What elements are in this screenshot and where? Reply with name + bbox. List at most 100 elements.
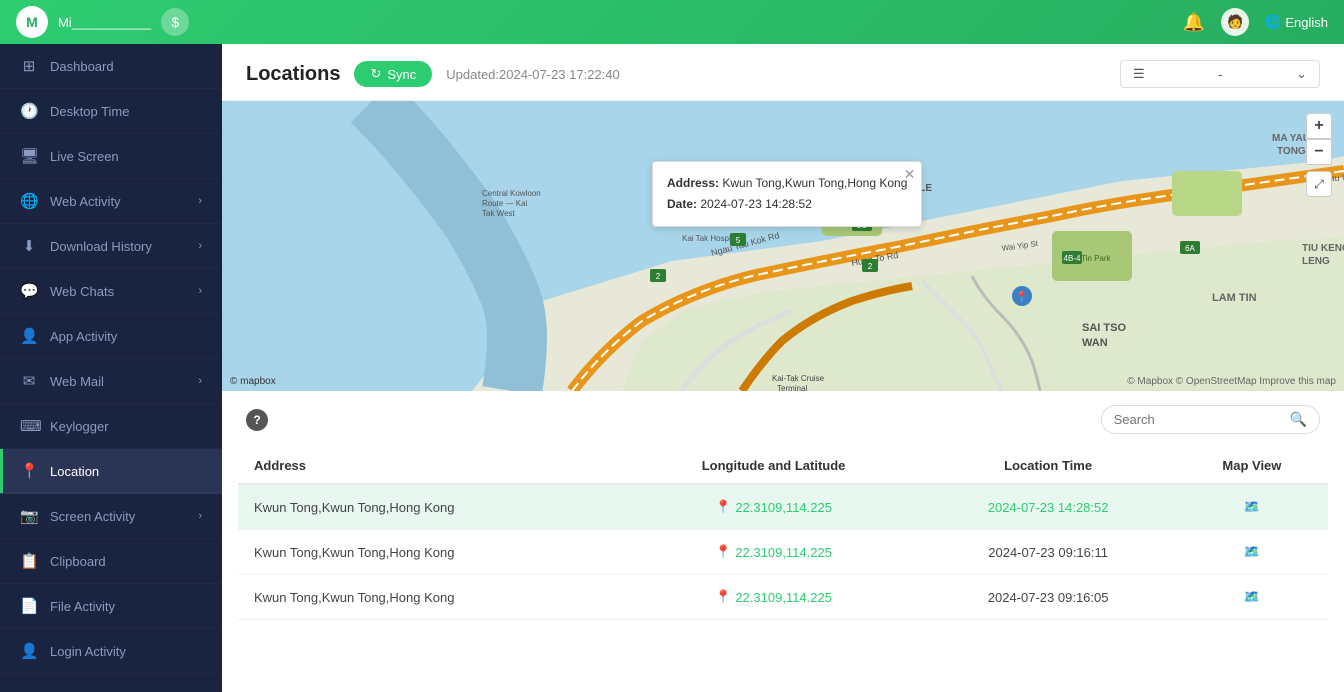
sidebar-item-web-activity[interactable]: 🌐 Web Activity › [0,179,222,224]
table-toolbar: ? 🔍 [238,391,1328,448]
app-icon: 👤 [20,327,38,345]
globe-icon: 🌐 [1265,14,1281,30]
sidebar-item-label: Login Activity [50,644,202,659]
chevron-down-icon: ⌄ [1296,66,1307,82]
sync-button[interactable]: ↻ Sync [354,61,432,87]
user-avatar[interactable]: 🧑 [1221,8,1249,36]
map-popup: ✕ Address: Kwun Tong,Kwun Tong,Hong Kong… [652,161,922,227]
sidebar-item-desktop-time[interactable]: 🕐 Desktop Time [0,89,222,134]
sidebar-item-location[interactable]: 📍 Location [0,449,222,494]
sidebar-item-file-activity[interactable]: 📄 File Activity [0,584,222,629]
col-address: Address [238,448,627,484]
sidebar-item-login-activity[interactable]: 👤 Login Activity [0,629,222,674]
sidebar-item-keylogger[interactable]: ⌨ Keylogger [0,404,222,449]
search-input[interactable] [1114,412,1284,427]
sidebar-item-download-history[interactable]: ⬇ Download History › [0,224,222,269]
sidebar-item-screen-activity[interactable]: 📷 Screen Activity › [0,494,222,539]
svg-text:LAM TIN: LAM TIN [1212,292,1257,304]
coord-link[interactable]: 📍22.3109,114.225 [643,544,905,560]
svg-text:TONG: TONG [1277,146,1306,157]
time-value: 2024-07-23 14:28:52 [988,500,1109,515]
bell-icon[interactable]: 🔔 [1183,12,1205,33]
sidebar-item-label: Web Mail [50,374,186,389]
cell-time: 2024-07-23 09:16:05 [920,575,1175,620]
sidebar-item-label: Web Activity [50,194,186,209]
col-mapview: Map View [1176,448,1328,484]
search-box: 🔍 [1101,405,1320,434]
topbar: M Mi___________ $ 🔔 🧑 🌐 English [0,0,1344,44]
fullscreen-button[interactable]: ⤢ [1306,171,1332,197]
zoom-in-button[interactable]: + [1306,113,1332,139]
map-container[interactable]: Lam Tin Park Ngau Tau Kok Rd Hung To Rd … [222,101,1344,391]
sidebar-item-live-screen[interactable]: 🖥 Live Screen [0,134,222,179]
sync-icon: ↻ [370,66,381,82]
svg-text:Route — Kai: Route — Kai [482,199,528,208]
date-label: Date: [667,197,697,211]
location-icon: 📍 [20,462,38,480]
sidebar: ⊞ Dashboard 🕐 Desktop Time 🖥 Live Screen… [0,44,222,692]
cell-map-view: 🗺️ [1176,530,1328,575]
help-button[interactable]: ? [246,409,268,431]
svg-text:LENG: LENG [1302,256,1330,267]
sidebar-item-label: Live Screen [50,149,202,164]
svg-text:Central Kowloon: Central Kowloon [482,189,541,198]
main-layout: ⊞ Dashboard 🕐 Desktop Time 🖥 Live Screen… [0,44,1344,692]
topbar-right: 🔔 🧑 🌐 English [1183,8,1328,36]
sidebar-item-dashboard[interactable]: ⊞ Dashboard [0,44,222,89]
logo-text: © mapbox [230,376,276,387]
device-dropdown[interactable]: ☰ - ⌄ [1120,60,1320,88]
chevron-right-icon: › [198,375,202,387]
cell-address: Kwun Tong,Kwun Tong,Hong Kong [238,484,627,530]
sidebar-item-clipboard[interactable]: 📋 Clipboard [0,539,222,584]
chevron-right-icon: › [198,195,202,207]
cell-map-view: 🗺️ [1176,484,1328,530]
avatar: M [16,6,48,38]
col-coords: Longitude and Latitude [627,448,921,484]
cell-coords: 📍22.3109,114.225 [627,530,921,575]
map-svg: Lam Tin Park Ngau Tau Kok Rd Hung To Rd … [222,101,1344,391]
zoom-out-button[interactable]: − [1306,139,1332,165]
coin-icon[interactable]: $ [161,8,189,36]
sidebar-item-app-activity[interactable]: 👤 App Activity [0,314,222,359]
popup-date: Date: 2024-07-23 14:28:52 [667,195,907,214]
svg-text:6A: 6A [1185,244,1195,253]
page-header: Locations ↻ Sync Updated:2024-07-23 17:2… [222,44,1344,101]
sidebar-item-label: Download History [50,239,186,254]
pin-icon: 📍 [715,589,731,605]
header-right: ☰ - ⌄ [1120,60,1320,88]
sidebar-item-label: File Activity [50,599,202,614]
chevron-right-icon: › [198,510,202,522]
file-icon: 📄 [20,597,38,615]
list-icon: ☰ [1133,66,1145,82]
sync-label: Sync [387,67,416,82]
coord-value: 22.3109,114.225 [735,500,832,515]
svg-text:Kai-Tak Cruise: Kai-Tak Cruise [772,374,825,383]
language-selector[interactable]: 🌐 English [1265,14,1328,30]
chevron-right-icon: › [198,240,202,252]
sidebar-item-web-chats[interactable]: 💬 Web Chats › [0,269,222,314]
address-value: Kwun Tong,Kwun Tong,Hong Kong [722,176,907,190]
data-table: Address Longitude and Latitude Location … [238,448,1328,620]
cell-address: Kwun Tong,Kwun Tong,Hong Kong [238,530,627,575]
map-view-button[interactable]: 🗺️ [1244,544,1260,560]
chat-icon: 💬 [20,282,38,300]
map-view-button[interactable]: 🗺️ [1244,499,1260,515]
map-attribution: © Mapbox © OpenStreetMap Improve this ma… [1127,376,1336,387]
cell-time: 2024-07-23 09:16:11 [920,530,1175,575]
pin-icon: 📍 [715,499,731,515]
svg-text:Terminal: Terminal [777,384,807,391]
page-title: Locations [246,63,340,86]
globe-icon: 🌐 [20,192,38,210]
map-view-button[interactable]: 🗺️ [1244,589,1260,605]
sidebar-item-web-mail[interactable]: ✉ Web Mail › [0,359,222,404]
cell-address: Kwun Tong,Kwun Tong,Hong Kong [238,575,627,620]
mail-icon: ✉ [20,372,38,390]
coord-link[interactable]: 📍22.3109,114.225 [643,589,905,605]
sidebar-item-label: Desktop Time [50,104,202,119]
cell-coords: 📍 22.3109,114.225 [627,484,921,530]
coord-link[interactable]: 📍 22.3109,114.225 [643,499,905,515]
popup-close-button[interactable]: ✕ [904,166,916,183]
sidebar-item-label: Dashboard [50,59,202,74]
updated-timestamp: Updated:2024-07-23 17:22:40 [446,67,619,82]
map-controls: + − ⤢ [1306,113,1332,197]
